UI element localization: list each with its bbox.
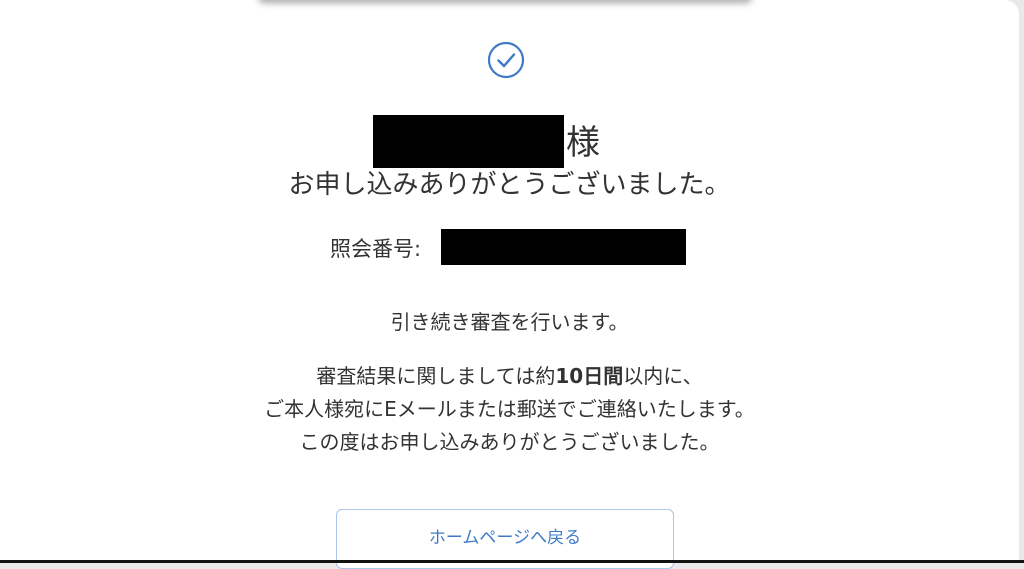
- closing-thanks-line: この度はお申し込みありがとうございました。: [299, 430, 720, 454]
- check-circle-icon: [487, 41, 525, 79]
- result-timing-days: 10日間: [555, 364, 624, 388]
- result-timing-line: 審査結果に関しましては約10日間以内に、: [0, 360, 1019, 393]
- thanks-heading: お申し込みありがとうございました。: [288, 170, 731, 200]
- reference-number-label: 照会番号:: [330, 237, 422, 261]
- redacted-name: [373, 115, 564, 168]
- result-timing-pre: 審査結果に関しましては約: [316, 364, 556, 388]
- confirmation-card: 様 お申し込みありがとうございました。 照会番号: 引き続き審査を行います。 審…: [0, 0, 1019, 569]
- review-notice: 引き続き審査を行います。: [390, 310, 629, 334]
- result-timing-post: 以内に、: [623, 364, 703, 388]
- honorific-suffix: 様: [566, 123, 600, 163]
- contact-method-line: ご本人様宛にEメールまたは郵送でご連絡いたします。: [264, 397, 755, 421]
- customer-name-line: 様: [0, 115, 1019, 169]
- redacted-reference-number: [441, 229, 686, 265]
